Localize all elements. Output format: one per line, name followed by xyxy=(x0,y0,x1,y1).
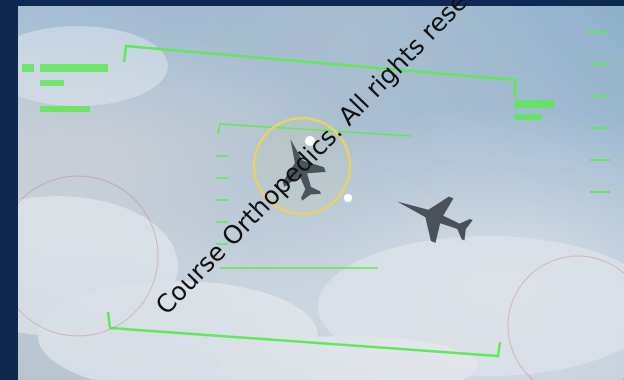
right-scale-ticks xyxy=(588,31,610,193)
left-readout xyxy=(40,106,90,112)
cockpit-view xyxy=(18,6,624,380)
right-readout xyxy=(514,100,554,108)
upper-pitch-ladder-bracket xyxy=(122,44,518,97)
flare xyxy=(344,194,352,202)
top-left-subreadout xyxy=(40,80,64,86)
top-left-readout xyxy=(40,64,108,72)
top-left-readout xyxy=(22,64,34,72)
video-frame: Course Orthopedics. All rights reserved xyxy=(0,0,624,380)
right-subreadout xyxy=(514,114,542,120)
hud-overlay xyxy=(18,26,624,380)
